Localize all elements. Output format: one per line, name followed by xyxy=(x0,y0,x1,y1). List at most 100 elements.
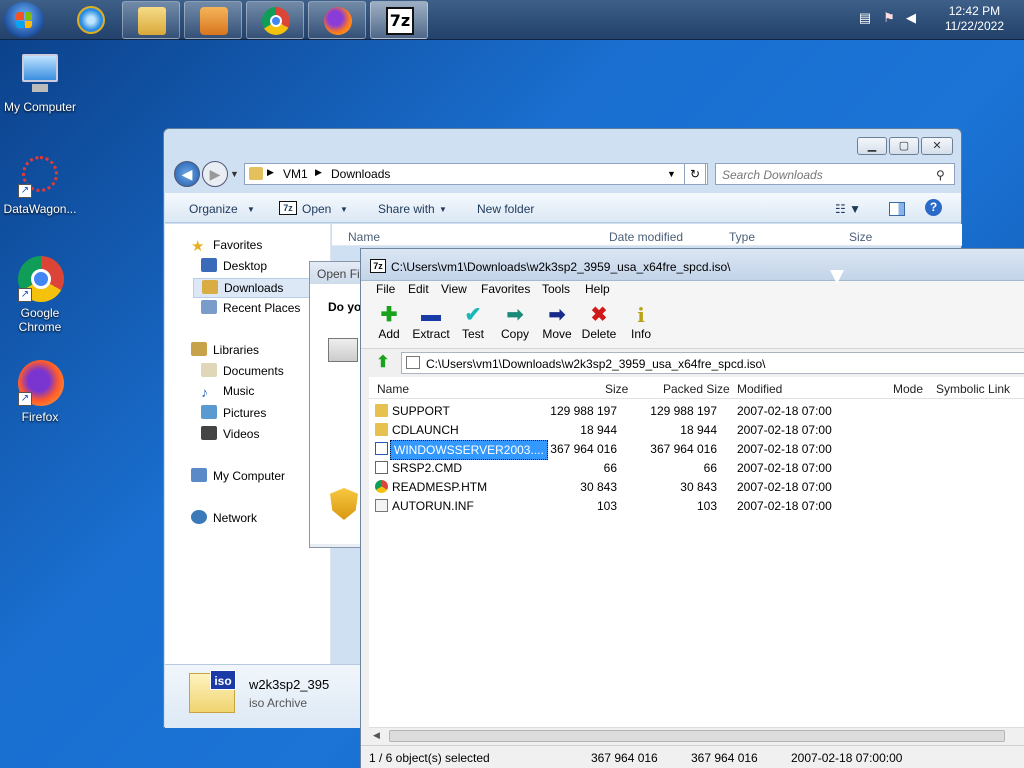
file-row[interactable]: SUPPORT 129 988 197 129 988 197 2007-02-18 … xyxy=(369,401,1024,420)
desktop-icon-label: My Computer xyxy=(3,100,77,114)
test-button[interactable]: ✔ Test xyxy=(451,303,495,341)
horizontal-scrollbar[interactable]: ◀ xyxy=(369,727,1024,743)
nav-my-computer[interactable]: My Computer xyxy=(191,468,285,483)
volume-icon[interactable]: ◀ xyxy=(904,11,918,25)
column-mode[interactable]: Mode xyxy=(893,382,923,396)
clock-time: 12:42 PM xyxy=(948,4,1001,18)
add-button[interactable]: ✚ Add xyxy=(367,303,411,341)
column-date-modified[interactable]: Date modified xyxy=(609,230,683,244)
desktop-icon-my-computer[interactable]: My Computer xyxy=(0,50,80,114)
column-packed-size[interactable]: Packed Size xyxy=(663,382,730,396)
taskbar-media-player[interactable] xyxy=(184,1,242,39)
status-selected: 1 / 6 object(s) selected xyxy=(369,751,490,765)
menu-edit[interactable]: Edit xyxy=(408,282,429,296)
file-row[interactable]: AUTORUN.INF 103 103 2007-02-18 07:00 xyxy=(369,496,1024,515)
refresh-button[interactable]: ↻ xyxy=(684,163,706,185)
pictures-icon xyxy=(201,405,217,419)
menu-help[interactable]: Help xyxy=(585,282,610,296)
7zip-title-bar[interactable]: 7z C:\Users\vm1\Downloads\w2k3sp2_3959_u… xyxy=(361,249,1024,281)
nav-network[interactable]: Network xyxy=(191,510,257,525)
nav-music[interactable]: ♪ Music xyxy=(201,384,254,400)
file-row[interactable]: READMESP.HTM 30 843 30 843 2007-02-18 07:00 xyxy=(369,477,1024,496)
nav-favorites[interactable]: ★ Favorites xyxy=(191,237,262,255)
recent-pages-icon[interactable]: ▼ xyxy=(230,169,239,179)
file-name: AUTORUN.INF xyxy=(392,499,474,513)
minimize-button[interactable]: ▁ xyxy=(857,137,887,155)
taskbar-google-chrome[interactable] xyxy=(246,1,304,39)
column-size[interactable]: Size xyxy=(849,230,872,244)
column-modified[interactable]: Modified xyxy=(737,382,782,396)
desktop-icon-datawagon[interactable]: ↗ DataWagon... xyxy=(0,152,80,216)
shortcut-arrow-icon: ↗ xyxy=(18,392,32,406)
column-name[interactable]: Name xyxy=(348,230,380,244)
help-icon[interactable]: ? xyxy=(925,199,942,216)
forward-button[interactable]: ▶ xyxy=(202,161,228,187)
new-folder-button[interactable]: New folder xyxy=(477,202,534,216)
file-modified: 2007-02-18 07:00 xyxy=(737,404,832,418)
address-bar[interactable]: ▶ VM1 ▶ Downloads ▼ xyxy=(244,163,708,185)
share-with-button[interactable]: Share with xyxy=(378,202,435,216)
close-button[interactable]: ✕ xyxy=(921,137,953,155)
file-row[interactable]: WINDOWSSERVER2003.... 367 964 016 367 964 … xyxy=(369,439,1024,460)
menu-tools[interactable]: Tools xyxy=(542,282,570,296)
file-packed-size: 30 843 xyxy=(680,480,717,494)
path-input[interactable]: C:\Users\vm1\Downloads\w2k3sp2_3959_usa_… xyxy=(401,352,1024,374)
search-placeholder: Search Downloads xyxy=(722,168,823,182)
nav-desktop[interactable]: Desktop xyxy=(201,258,267,273)
copy-button[interactable]: ➡ Copy xyxy=(493,303,537,341)
column-symbolic-link[interactable]: Symbolic Link xyxy=(936,382,1010,396)
nav-documents[interactable]: Documents xyxy=(201,363,284,378)
organize-dropdown-icon: ▼ xyxy=(247,205,255,214)
documents-icon xyxy=(201,363,217,377)
scrollbar-thumb[interactable] xyxy=(389,730,1005,742)
taskbar-windows-explorer[interactable] xyxy=(122,1,180,39)
share-dropdown-icon: ▼ xyxy=(439,205,447,214)
search-input[interactable]: Search Downloads ⚲ xyxy=(715,163,955,185)
menu-file[interactable]: File xyxy=(376,282,395,296)
taskbar-internet-explorer[interactable] xyxy=(62,1,120,39)
open-button[interactable]: Open xyxy=(302,202,331,216)
start-button[interactable] xyxy=(4,2,44,38)
up-folder-icon[interactable]: ⬆ xyxy=(373,353,393,373)
file-row[interactable]: CDLAUNCH 18 944 18 944 2007-02-18 07:00 xyxy=(369,420,1024,439)
info-button[interactable]: i Info xyxy=(619,303,663,341)
column-size[interactable]: Size xyxy=(605,382,628,396)
action-center-icon[interactable]: ⚑ xyxy=(882,11,896,25)
status-size: 367 964 016 xyxy=(591,751,658,765)
organize-button[interactable]: Organize xyxy=(189,202,238,216)
nav-libraries[interactable]: Libraries xyxy=(191,342,259,357)
move-button[interactable]: ➡ Move xyxy=(535,303,579,341)
breadcrumb-vm1[interactable]: VM1 xyxy=(283,167,308,181)
back-button[interactable]: ◀ xyxy=(174,161,200,187)
menu-view[interactable]: View xyxy=(441,282,467,296)
delete-button[interactable]: ✖ Delete xyxy=(577,303,621,341)
view-options-icon[interactable]: ☷ ▼ xyxy=(835,202,861,216)
file-modified: 2007-02-18 07:00 xyxy=(737,461,832,475)
file-list-header: Name Size Packed Size Modified Mode Symb… xyxy=(369,377,1024,399)
network-icon[interactable]: ▤ xyxy=(858,11,872,25)
file-icon xyxy=(375,442,388,455)
preview-pane-icon[interactable] xyxy=(889,202,905,216)
open-file-dialog-title: Open Fi xyxy=(317,267,360,281)
nav-recent-places[interactable]: Recent Places xyxy=(201,300,300,315)
desktop-icon-google-chrome[interactable]: ↗ Google Chrome xyxy=(0,256,80,334)
star-icon: ★ xyxy=(191,238,205,255)
file-size: 66 xyxy=(603,461,617,475)
address-dropdown-icon[interactable]: ▼ xyxy=(667,169,676,179)
column-type[interactable]: Type xyxy=(729,230,755,244)
nav-videos[interactable]: Videos xyxy=(201,426,259,441)
extract-button[interactable]: ▬ Extract xyxy=(409,303,453,341)
maximize-button[interactable]: ▢ xyxy=(889,137,919,155)
taskbar-7zip[interactable]: 7z xyxy=(370,1,428,39)
7zip-window: 7z C:\Users\vm1\Downloads\w2k3sp2_3959_u… xyxy=(360,248,1024,768)
libraries-icon xyxy=(191,342,207,356)
file-row[interactable]: SRSP2.CMD 66 66 2007-02-18 07:00 xyxy=(369,458,1024,477)
clock[interactable]: 12:42 PM 11/22/2022 xyxy=(945,4,1004,34)
menu-favorites[interactable]: Favorites xyxy=(481,282,530,296)
breadcrumb-downloads[interactable]: Downloads xyxy=(331,167,390,181)
desktop-icon-firefox[interactable]: ↗ Firefox xyxy=(0,360,80,424)
nav-pictures[interactable]: Pictures xyxy=(201,405,266,420)
taskbar-firefox[interactable] xyxy=(308,1,366,39)
scroll-left-icon[interactable]: ◀ xyxy=(373,730,380,741)
column-name[interactable]: Name xyxy=(377,382,409,396)
